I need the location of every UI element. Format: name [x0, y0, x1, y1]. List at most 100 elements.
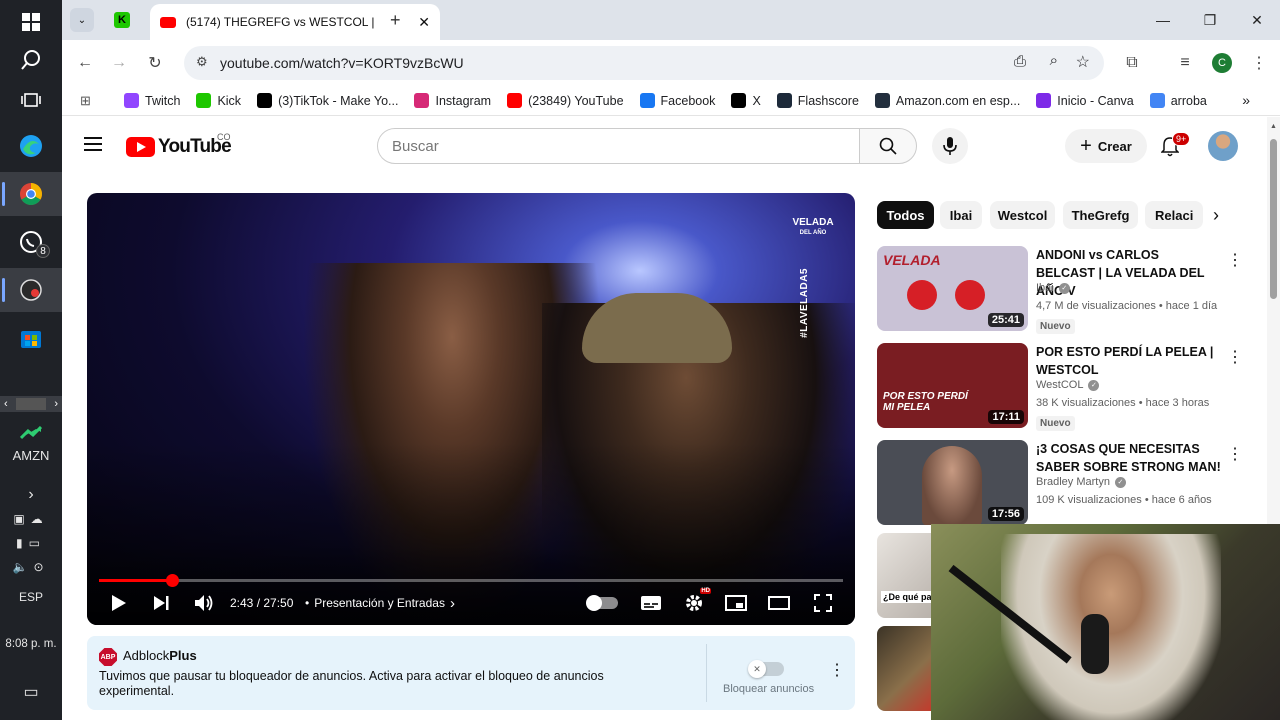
- autoplay-toggle[interactable]: [586, 591, 619, 615]
- theater-mode-button[interactable]: [767, 591, 791, 615]
- adblock-toggle[interactable]: ✕: [748, 660, 784, 678]
- bookmark-label: (23849) YouTube: [528, 93, 624, 108]
- tray-icons-row-1[interactable]: ▣☁: [0, 512, 62, 526]
- close-window-icon[interactable]: ✕: [1234, 0, 1280, 40]
- language-indicator[interactable]: ESP: [0, 590, 62, 604]
- search-button[interactable]: [859, 128, 917, 164]
- tray-icons-row-2[interactable]: ▮▭: [0, 536, 62, 550]
- apps-grid-icon[interactable]: ⊞: [80, 93, 91, 109]
- play-button[interactable]: [107, 591, 131, 615]
- bookmark-tiktok[interactable]: (3)TikTok - Make Yo...: [257, 93, 398, 108]
- chip-relaci[interactable]: Relaci: [1145, 201, 1203, 229]
- create-button[interactable]: + Crear: [1065, 129, 1147, 163]
- next-button[interactable]: [149, 591, 173, 615]
- edge-icon[interactable]: [0, 124, 62, 168]
- chip-thegrefg[interactable]: TheGrefg: [1063, 201, 1138, 229]
- notification-center-icon[interactable]: ▭: [0, 682, 62, 702]
- taskbar-clock[interactable]: 8:08 p. m.: [0, 638, 62, 650]
- chip-todos[interactable]: Todos: [877, 201, 934, 229]
- webcam-microphone: [1081, 614, 1109, 674]
- bookmark-twitch[interactable]: Twitch: [124, 93, 180, 108]
- task-view-icon[interactable]: [0, 78, 62, 122]
- recommendation-title[interactable]: POR ESTO PERDÍ LA PELEA | WESTCOL: [1036, 343, 1221, 379]
- chip-ibai[interactable]: Ibai: [940, 201, 982, 229]
- bookmark-youtube[interactable]: (23849) YouTube: [507, 93, 624, 108]
- reload-icon[interactable]: ↻: [140, 48, 170, 78]
- thumbnail-text: POR ESTO PERDÍ MI PELEA: [883, 391, 968, 413]
- voice-search-button[interactable]: [932, 128, 968, 164]
- close-tab-icon[interactable]: ✕: [418, 14, 430, 31]
- tray-icons-row-3[interactable]: 🔈⊙: [0, 560, 62, 574]
- bookmark-kick[interactable]: Kick: [196, 93, 241, 108]
- more-actions-icon[interactable]: ⋮: [1227, 250, 1243, 270]
- recommendation-channel[interactable]: Bradley Martyn ✓: [1036, 476, 1126, 488]
- profile-avatar[interactable]: C: [1212, 53, 1232, 73]
- recommendation-thumbnail[interactable]: VELADA 25:41: [877, 246, 1028, 331]
- back-arrow-icon[interactable]: ←: [70, 48, 100, 78]
- stock-ticker[interactable]: AMZN: [0, 448, 62, 463]
- partial-thumbnail-1[interactable]: ¿De qué pa: [877, 533, 931, 618]
- user-avatar[interactable]: [1208, 131, 1238, 161]
- bookmark-instagram[interactable]: Instagram: [414, 93, 491, 108]
- restore-icon[interactable]: ❐: [1187, 0, 1233, 40]
- video-player[interactable]: VELADA DEL AÑO #LAVELADA5 2:43 / 27:50 •…: [87, 193, 855, 625]
- chrome-menu-icon[interactable]: ⋮: [1244, 48, 1274, 78]
- whatsapp-icon[interactable]: 8: [0, 220, 62, 264]
- recommendation-item[interactable]: 17:56 ¡3 COSAS QUE NECESITAS SABER SOBRE …: [877, 440, 1247, 530]
- search-icon[interactable]: [0, 38, 62, 82]
- install-app-icon[interactable]: ⎙: [1014, 53, 1026, 70]
- media-control-icon[interactable]: ≡: [1170, 48, 1200, 78]
- search-input[interactable]: Buscar: [377, 128, 860, 164]
- search-icon: [879, 137, 897, 155]
- site-info-icon[interactable]: ⚙: [196, 54, 208, 70]
- bookmark-flashscore[interactable]: Flashscore: [776, 93, 859, 108]
- guide-menu-icon[interactable]: [84, 137, 102, 156]
- bookmark-amazon[interactable]: Amazon.com en esp...: [874, 93, 1020, 108]
- settings-button[interactable]: HD: [681, 588, 711, 615]
- microsoft-store-icon[interactable]: [0, 316, 62, 360]
- tab-search-icon[interactable]: ⌄: [70, 8, 94, 32]
- forward-arrow-icon[interactable]: →: [104, 48, 134, 78]
- recommendation-channel[interactable]: WestCOL ✓: [1036, 379, 1100, 391]
- scroll-up-icon[interactable]: ▲: [1270, 123, 1277, 130]
- fullscreen-button[interactable]: [811, 591, 835, 615]
- minimize-icon[interactable]: —: [1140, 0, 1186, 40]
- bookmark-google[interactable]: arroba: [1149, 93, 1207, 108]
- adblock-menu-icon[interactable]: ⋮: [829, 660, 845, 680]
- zoom-icon[interactable]: ⌕: [1050, 52, 1058, 69]
- more-bookmarks-icon[interactable]: »: [1242, 92, 1250, 108]
- scrollbar-thumb[interactable]: [1270, 139, 1277, 299]
- notification-count: 9+: [1172, 132, 1191, 146]
- recommendation-title[interactable]: ¡3 COSAS QUE NECESITAS SABER SOBRE STRON…: [1036, 440, 1221, 476]
- bookmark-facebook[interactable]: Facebook: [639, 93, 715, 108]
- recommendation-channel[interactable]: Ibai ✓: [1036, 282, 1070, 294]
- more-actions-icon[interactable]: ⋮: [1227, 444, 1243, 464]
- kick-tab-icon[interactable]: K: [114, 12, 130, 28]
- chip-westcol[interactable]: Westcol: [990, 201, 1055, 229]
- chrome-icon[interactable]: [0, 172, 62, 216]
- recommendation-item[interactable]: VELADA 25:41 ANDONI vs CARLOS BELCAST | LA…: [877, 246, 1247, 336]
- chapter-title[interactable]: • Presentación y Entradas ›: [300, 591, 455, 615]
- extensions-icon[interactable]: ⧉: [1117, 48, 1147, 78]
- youtube-logo[interactable]: YouTube CO: [126, 132, 232, 158]
- partial-thumbnail-2[interactable]: [877, 626, 931, 711]
- bookmark-x[interactable]: X: [731, 93, 761, 108]
- progress-scrubber[interactable]: [165, 574, 179, 587]
- subtitles-button[interactable]: [639, 591, 663, 615]
- taskbar-scroll[interactable]: ‹ ›: [0, 396, 62, 412]
- toggle-off-icon: ✕: [748, 660, 766, 678]
- obs-icon[interactable]: [0, 268, 62, 312]
- bookmark-canva[interactable]: Inicio - Canva: [1036, 93, 1134, 108]
- mute-button[interactable]: [191, 591, 217, 615]
- address-bar[interactable]: ⚙ youtube.com/watch?v=KORT9vzBcWU ⎙ ⌕ ☆: [184, 46, 1104, 80]
- chevron-right-icon[interactable]: ›: [0, 486, 62, 504]
- progress-bar[interactable]: [99, 574, 843, 587]
- recommendation-item[interactable]: POR ESTO PERDÍ MI PELEA 17:11 POR ESTO PER…: [877, 343, 1247, 433]
- bookmark-star-icon[interactable]: ☆: [1076, 52, 1090, 72]
- recommendation-thumbnail[interactable]: POR ESTO PERDÍ MI PELEA 17:11: [877, 343, 1028, 428]
- miniplayer-button[interactable]: [724, 591, 748, 615]
- more-actions-icon[interactable]: ⋮: [1227, 347, 1243, 367]
- new-tab-icon[interactable]: +: [390, 10, 401, 31]
- chips-next-icon[interactable]: ›: [1204, 203, 1228, 227]
- recommendation-thumbnail[interactable]: 17:56: [877, 440, 1028, 525]
